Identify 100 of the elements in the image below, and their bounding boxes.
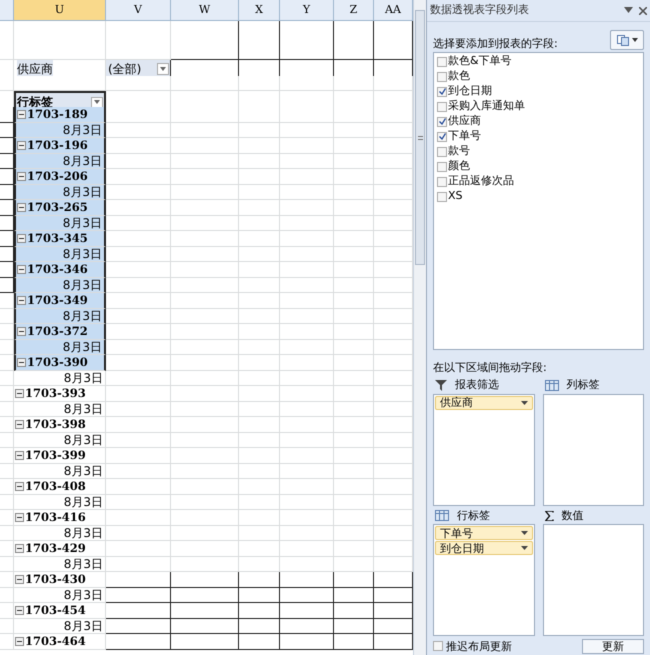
caret-icon <box>632 38 638 42</box>
grid-cell <box>280 370 334 386</box>
field-checkbox[interactable] <box>437 146 447 156</box>
close-icon[interactable] <box>639 6 647 14</box>
collapse-icon[interactable] <box>15 574 24 584</box>
order-number: 1703-430 <box>25 574 86 585</box>
grid-cell <box>239 324 280 340</box>
field-label[interactable]: 款色&下单号 <box>448 53 512 70</box>
field-chip[interactable]: 供应商 <box>435 396 532 410</box>
date-value: 8月3日 <box>64 434 103 446</box>
collapse-icon[interactable] <box>17 358 26 367</box>
sigma-icon <box>544 510 554 521</box>
grid-cell <box>239 588 280 603</box>
column-header[interactable]: X <box>239 0 280 21</box>
column-header[interactable]: W <box>171 0 239 21</box>
dropdown-icon[interactable] <box>624 6 633 12</box>
collapse-icon[interactable] <box>17 234 26 243</box>
grid-cell <box>171 216 239 231</box>
field-checkbox[interactable] <box>437 176 447 186</box>
collapse-icon[interactable] <box>15 636 24 646</box>
dropdown-button[interactable] <box>157 63 169 75</box>
grid-cell <box>374 216 413 231</box>
field-label[interactable]: 款色 <box>448 68 470 85</box>
field-checkbox[interactable] <box>437 102 447 112</box>
field-label[interactable]: XS <box>448 188 463 205</box>
update-button[interactable]: 更新 <box>582 638 644 654</box>
grid-cell <box>106 76 171 91</box>
grid-cell <box>280 154 334 169</box>
grid-cell <box>280 138 334 154</box>
field-checkbox[interactable] <box>437 86 447 96</box>
collapse-icon[interactable] <box>15 450 24 460</box>
field-chip[interactable]: 下单号 <box>435 526 532 540</box>
collapse-icon[interactable] <box>17 296 26 305</box>
grid-cell <box>374 479 413 494</box>
field-checkbox[interactable] <box>437 72 447 82</box>
grid-cell <box>171 370 239 386</box>
defer-checkbox[interactable] <box>433 641 443 651</box>
grid-cell <box>334 603 374 618</box>
grid-cell <box>374 138 413 154</box>
column-header[interactable]: V <box>106 0 171 21</box>
grid-cell <box>334 169 374 184</box>
grid-cell <box>171 308 239 324</box>
grid-cell <box>374 526 413 541</box>
collapse-icon[interactable] <box>15 512 24 522</box>
collapse-icon[interactable] <box>17 140 26 150</box>
grid-cell <box>280 324 334 340</box>
dropdown-button[interactable] <box>91 96 103 108</box>
field-checkbox[interactable] <box>437 192 447 202</box>
collapse-icon[interactable] <box>15 388 24 398</box>
collapse-icon[interactable] <box>17 172 26 181</box>
collapse-icon[interactable] <box>15 420 24 429</box>
grid-cell <box>374 494 413 510</box>
drop-area[interactable]: 供应商 <box>433 394 534 506</box>
scroll-thumb[interactable] <box>415 10 425 265</box>
grid-cell <box>239 355 280 370</box>
grid-cell <box>171 76 239 91</box>
field-checkbox[interactable] <box>437 56 447 66</box>
area-title: 列标签 <box>566 376 600 393</box>
grid-cell <box>280 541 334 556</box>
order-number: 1703-390 <box>27 356 88 368</box>
field-chip[interactable]: 到仓日期 <box>435 541 532 556</box>
grid-cell <box>280 572 334 588</box>
order-number: 1703-346 <box>27 264 88 275</box>
collapse-icon[interactable] <box>15 544 24 553</box>
column-header[interactable]: Y <box>280 0 334 21</box>
column-header[interactable]: Z <box>334 0 374 21</box>
field-label[interactable]: 正品返修次品 <box>448 173 514 190</box>
field-checkbox[interactable] <box>437 116 447 126</box>
area-prompt: 在以下区域间拖动字段: <box>433 360 548 376</box>
field-label[interactable]: 供应商 <box>448 113 481 130</box>
field-checkbox[interactable] <box>437 132 447 142</box>
field-label[interactable]: 采购入库通知单 <box>448 98 525 115</box>
date-value: 8月3日 <box>64 496 103 508</box>
order-number: 1703-416 <box>25 512 86 523</box>
collapse-icon[interactable] <box>15 606 24 615</box>
grid-cell <box>106 107 171 122</box>
grid-cell <box>334 448 374 464</box>
grid-cell <box>334 370 374 386</box>
field-checkbox[interactable] <box>437 162 447 172</box>
collapse-icon[interactable] <box>17 110 26 119</box>
grid-cell <box>334 402 374 417</box>
column-header[interactable]: U <box>14 0 106 21</box>
field-label[interactable]: 下单号 <box>448 128 481 145</box>
grid-cell <box>280 246 334 262</box>
collapse-icon[interactable] <box>17 202 26 212</box>
layout-button[interactable] <box>610 30 644 50</box>
vertical-scrollbar[interactable] <box>413 0 426 655</box>
grid-cell <box>171 588 239 603</box>
field-list-prompt: 选择要添加到报表的字段: <box>433 36 558 52</box>
collapse-icon[interactable] <box>17 326 26 336</box>
collapse-icon[interactable] <box>15 482 24 491</box>
grid-cell <box>239 556 280 572</box>
field-label[interactable]: 款号 <box>448 143 470 160</box>
field-label[interactable]: 到仓日期 <box>448 83 492 100</box>
field-label[interactable]: 颜色 <box>448 158 470 175</box>
grid-cell <box>280 464 334 479</box>
column-header[interactable]: AA <box>374 0 413 21</box>
drop-area[interactable]: 下单号 到仓日期 <box>433 524 534 636</box>
copy-icon <box>616 34 628 46</box>
collapse-icon[interactable] <box>17 264 26 274</box>
